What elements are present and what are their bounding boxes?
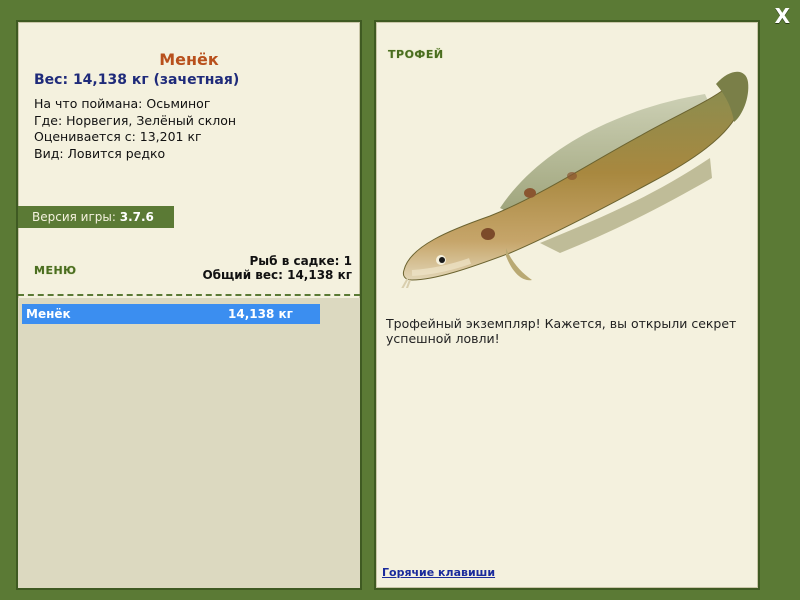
keepnet-count: Рыб в садке: 1 [249,254,353,268]
close-button[interactable]: X [775,4,790,28]
catch-list: Менёк 14,138 кг [18,298,360,588]
fish-name: Менёк [159,50,219,69]
version-value: 3.7.6 [119,210,154,224]
menu-button[interactable]: МЕНЮ [34,264,77,277]
fish-info-panel: Менёк Вес: 14,138 кг (зачетная) На что п… [16,20,362,590]
location-line: Где: Норвегия, Зелёный склон [34,112,237,128]
trophy-panel: ТРОФЕЙ Трофейный экземпляр! Кажется, вы [374,20,760,590]
close-icon[interactable]: X [775,4,790,28]
burbot-fish-image [401,71,749,288]
keepnet-summary: Рыб в садке: 1 Общий вес: 14,138 кг [202,254,352,282]
fish-weight: Вес: 14,138 кг (зачетная) [34,72,240,88]
divider [18,294,360,296]
keepnet-total-weight: Общий вес: 14,138 кг [202,268,352,282]
catch-item-name: Менёк [26,307,71,321]
trophy-description: Трофейный экземпляр! Кажется, вы открыли… [386,316,737,346]
rating-line: Оценивается с: 13,201 кг [34,129,202,144]
kind-line: Вид: Ловится редко [34,145,166,161]
hotkeys-link[interactable]: Горячие клавиши [382,566,495,579]
version-label: Версия игры: [32,210,116,224]
catch-item-weight: 14,138 кг [228,307,293,321]
version-badge: Версия игры: 3.7.6 [18,206,174,228]
bait-line: На что поймана: Осьминог [34,96,211,111]
catch-list-item[interactable]: Менёк 14,138 кг [22,304,320,324]
fish-details: На что поймана: Осьминог Где: Норвегия, … [34,96,236,162]
